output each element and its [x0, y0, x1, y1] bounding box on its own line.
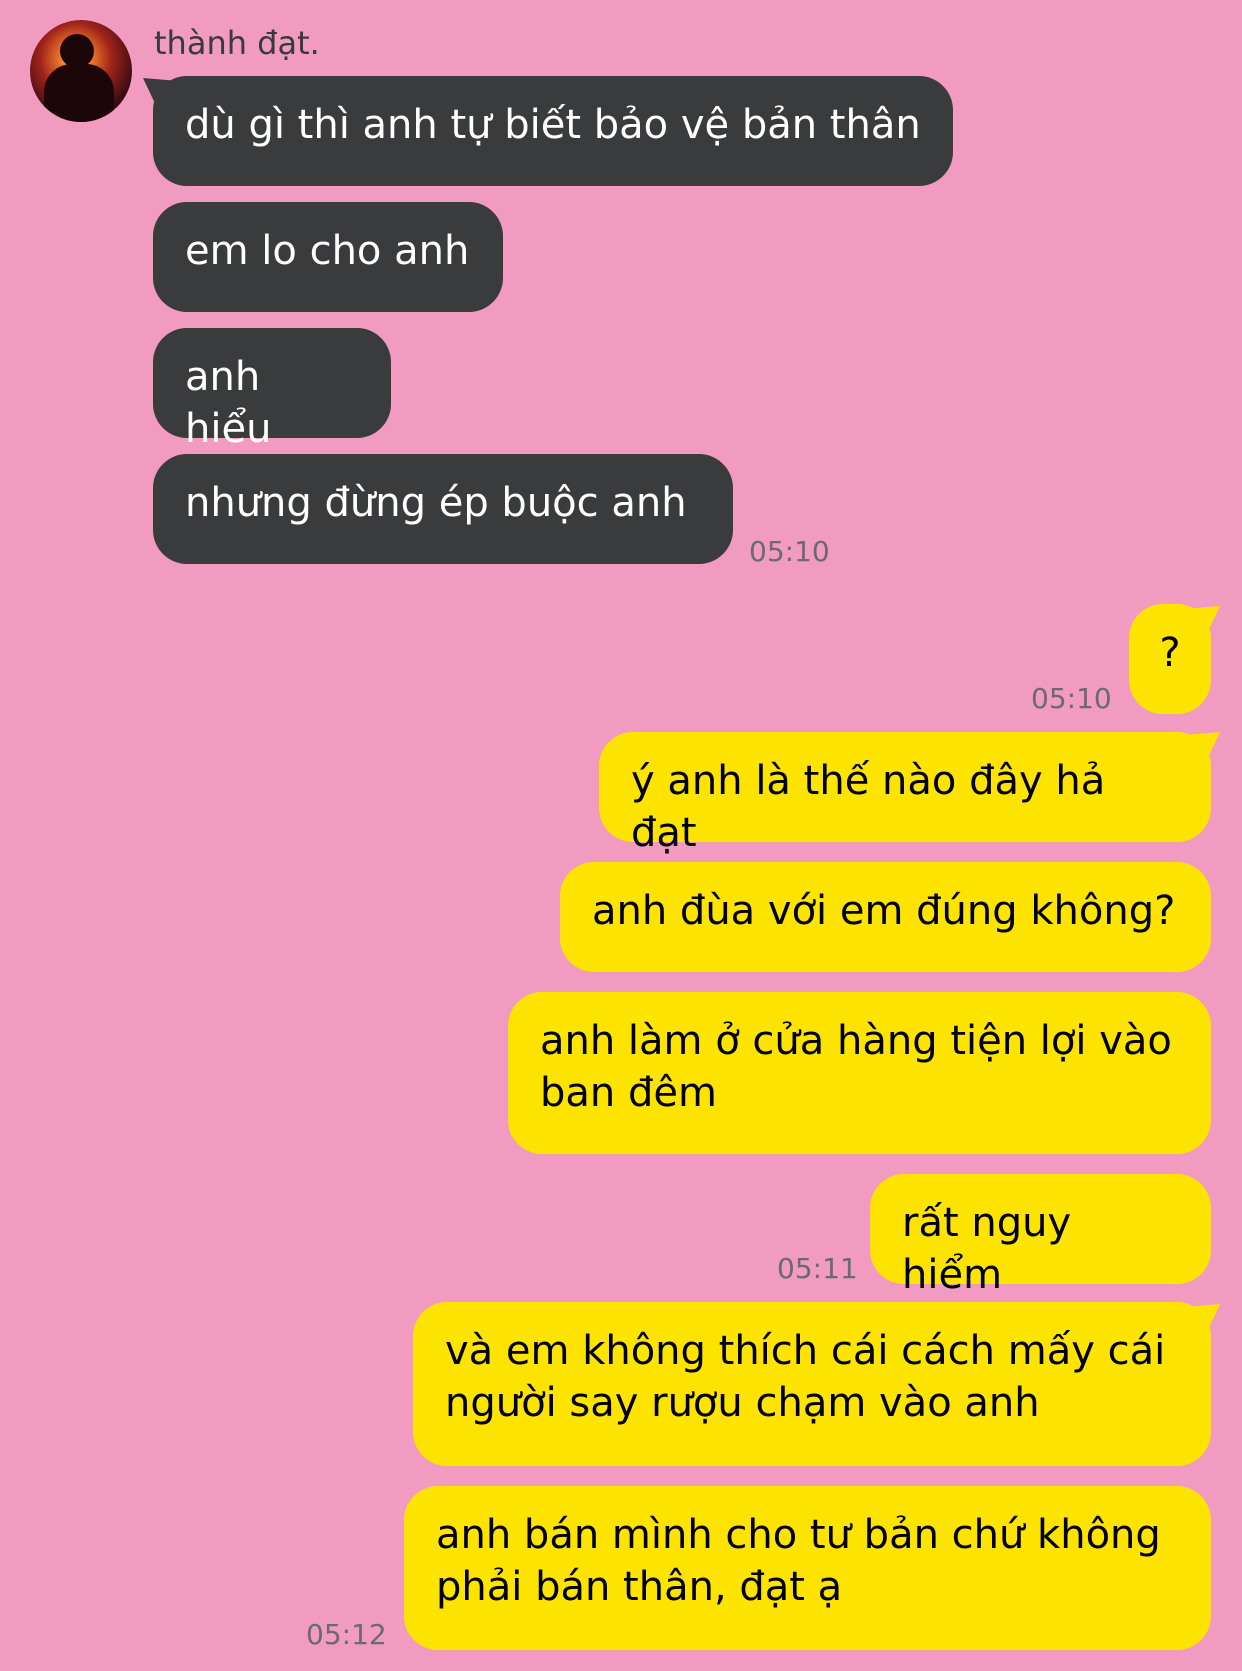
message-timestamp: 05:10 — [749, 535, 830, 568]
outgoing-message[interactable]: và em không thích cái cách mấy cái người… — [413, 1302, 1211, 1466]
outgoing-message[interactable]: anh đùa với em đúng không? — [560, 862, 1211, 972]
avatar-body-shape — [44, 64, 114, 122]
avatar-head-shape — [60, 34, 94, 68]
incoming-message[interactable]: nhưng đừng ép buộc anh — [153, 454, 733, 564]
outgoing-message[interactable]: ý anh là thế nào đây hả đạt — [599, 732, 1211, 856]
message-timestamp: 05:10 — [1031, 682, 1112, 715]
message-timestamp: 05:11 — [777, 1252, 858, 1285]
incoming-message[interactable]: em lo cho anh — [153, 202, 503, 312]
sender-name: thành đạt. — [154, 24, 320, 62]
outgoing-message[interactable]: ? — [1129, 604, 1211, 714]
incoming-message[interactable]: anh hiểu — [153, 328, 391, 452]
outgoing-message[interactable]: anh làm ở cửa hàng tiện lợi vào ban đêm — [508, 992, 1211, 1154]
incoming-message[interactable]: dù gì thì anh tự biết bảo vệ bản thân — [153, 76, 953, 186]
message-timestamp: 05:12 — [306, 1618, 387, 1651]
contact-avatar[interactable] — [30, 20, 132, 122]
outgoing-message[interactable]: rất nguy hiểm — [870, 1174, 1211, 1298]
outgoing-message[interactable]: anh bán mình cho tư bản chứ không phải b… — [404, 1486, 1211, 1650]
